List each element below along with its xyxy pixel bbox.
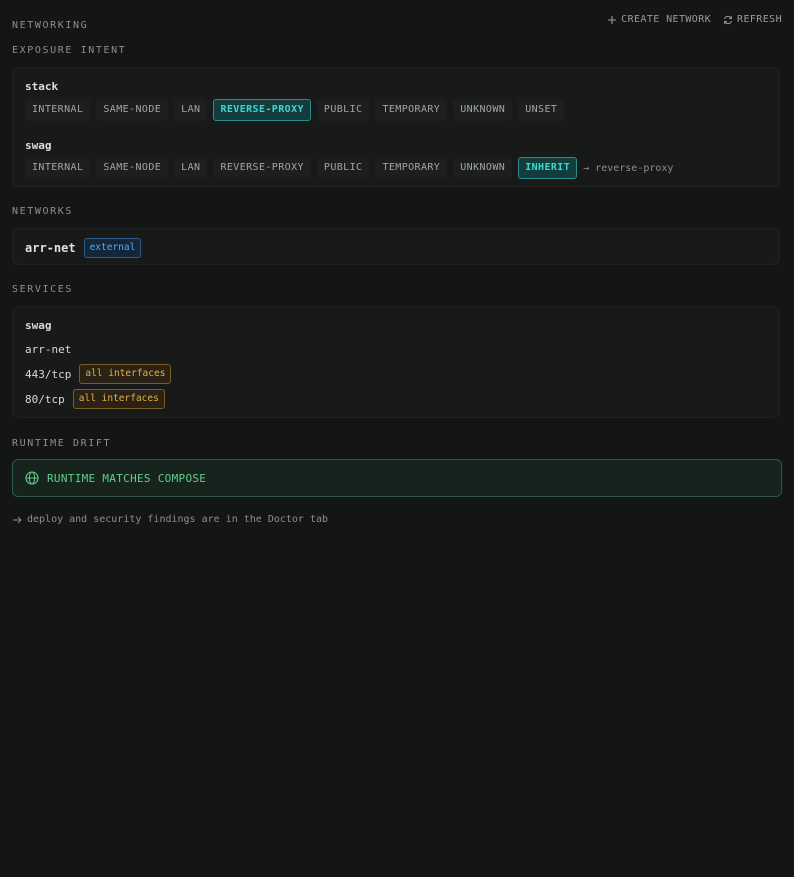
exposure-option-temporary[interactable]: TEMPORARY bbox=[375, 99, 448, 121]
exposure-intent-title: EXPOSURE INTENT bbox=[12, 45, 127, 56]
create-network-button[interactable]: CREATE NETWORK bbox=[607, 13, 711, 27]
create-network-label: CREATE NETWORK bbox=[621, 14, 712, 25]
external-badge: external bbox=[83, 238, 142, 258]
exposure-option-same-node[interactable]: SAME-NODE bbox=[96, 157, 169, 179]
service-network: arr-net bbox=[25, 343, 72, 356]
network-card: arr-net external bbox=[12, 228, 780, 265]
exposure-option-public[interactable]: PUBLIC bbox=[316, 99, 370, 121]
page-title: NETWORKING bbox=[12, 20, 89, 31]
service-card: swag arr-net 443/tcp all interfaces 80/t… bbox=[12, 306, 780, 418]
port-row: 443/tcp all interfaces bbox=[25, 364, 172, 384]
plus-icon bbox=[608, 16, 617, 24]
page-header: NETWORKING CREATE NETWORK REFRESH bbox=[12, 13, 782, 31]
network-name: arr-net bbox=[25, 241, 76, 255]
exposure-option-inherit[interactable]: INHERIT bbox=[518, 157, 578, 179]
exposure-option-lan[interactable]: LAN bbox=[174, 99, 208, 121]
header-actions: CREATE NETWORK REFRESH bbox=[607, 13, 782, 27]
service-name: swag bbox=[25, 319, 52, 332]
exposure-options-swag: INTERNAL SAME-NODE LAN REVERSE-PROXY PUBLIC T… bbox=[25, 157, 673, 179]
globe-icon bbox=[25, 471, 39, 485]
exposure-option-same-node[interactable]: SAME-NODE bbox=[96, 99, 169, 121]
arrow-right-icon bbox=[13, 516, 22, 523]
networks-title: NETWORKS bbox=[12, 206, 73, 217]
port-value: 443/tcp bbox=[25, 367, 72, 381]
exposure-group-name: swag bbox=[25, 139, 52, 152]
refresh-label: REFRESH bbox=[737, 14, 782, 25]
drift-status-text: RUNTIME MATCHES COMPOSE bbox=[47, 471, 207, 485]
exposure-option-public[interactable]: PUBLIC bbox=[316, 157, 370, 179]
runtime-drift-title: RUNTIME DRIFT bbox=[12, 438, 112, 449]
port-value: 80/tcp bbox=[25, 392, 65, 406]
exposure-option-temporary[interactable]: TEMPORARY bbox=[375, 157, 448, 179]
exposure-options-stack: INTERNAL SAME-NODE LAN REVERSE-PROXY PUBLIC T… bbox=[25, 99, 565, 121]
runtime-drift-status: RUNTIME MATCHES COMPOSE bbox=[12, 459, 782, 497]
network-row: arr-net external bbox=[25, 238, 142, 258]
port-row: 80/tcp all interfaces bbox=[25, 389, 165, 409]
exposure-group-name: stack bbox=[25, 80, 59, 93]
doctor-hint: deploy and security findings are in the … bbox=[12, 514, 328, 525]
binding-badge: all interfaces bbox=[79, 364, 172, 384]
exposure-option-unknown[interactable]: UNKNOWN bbox=[453, 99, 513, 121]
services-title: SERVICES bbox=[12, 284, 73, 295]
refresh-icon bbox=[724, 15, 732, 25]
exposure-option-reverse-proxy[interactable]: REVERSE-PROXY bbox=[213, 99, 311, 121]
inherit-note: → reverse-proxy bbox=[583, 162, 674, 174]
exposure-option-reverse-proxy[interactable]: REVERSE-PROXY bbox=[213, 157, 311, 179]
exposure-option-unknown[interactable]: UNKNOWN bbox=[453, 157, 513, 179]
exposure-option-unset[interactable]: UNSET bbox=[518, 99, 565, 121]
exposure-option-internal[interactable]: INTERNAL bbox=[25, 99, 91, 121]
binding-badge: all interfaces bbox=[72, 389, 165, 409]
exposure-intent-card: stack INTERNAL SAME-NODE LAN REVERSE-PROXY P… bbox=[12, 67, 780, 187]
exposure-option-lan[interactable]: LAN bbox=[174, 157, 208, 179]
doctor-hint-text: deploy and security findings are in the … bbox=[27, 514, 329, 525]
refresh-button[interactable]: REFRESH bbox=[723, 13, 782, 27]
exposure-option-internal[interactable]: INTERNAL bbox=[25, 157, 91, 179]
